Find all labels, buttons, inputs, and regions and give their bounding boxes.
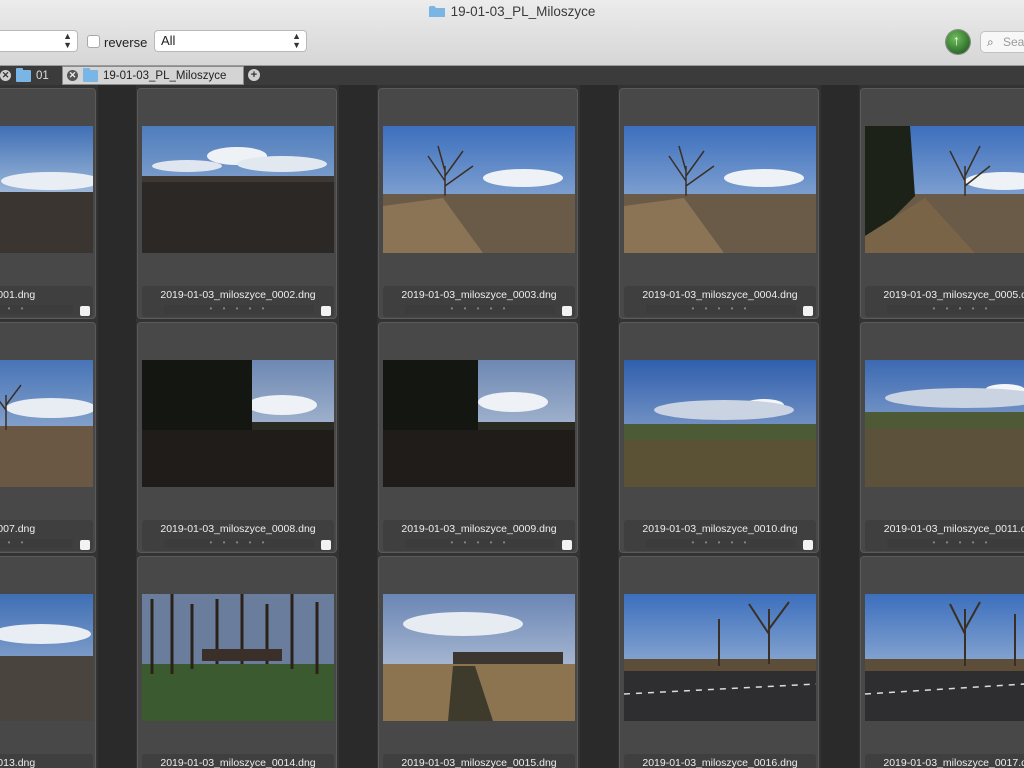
- photo-thumbnail: [142, 360, 334, 487]
- photo-thumbnail: [865, 594, 1024, 721]
- rating-strip[interactable]: • • • • •: [164, 539, 314, 548]
- select-checkbox[interactable]: [803, 306, 813, 316]
- filter-select[interactable]: All ▲ ▼: [154, 30, 307, 52]
- photo-thumbnail: [0, 594, 93, 721]
- folder-icon: [83, 67, 98, 82]
- tab-miloszyce[interactable]: ✕ 19-01-03_PL_Miloszyce: [62, 66, 244, 85]
- updown-chevron-icon: ▲ ▼: [292, 31, 301, 50]
- photo-thumbnail: [0, 126, 93, 253]
- photo-thumbnail: [624, 126, 816, 253]
- photo-thumbnail: [624, 360, 816, 487]
- rating-strip[interactable]: • • • • •: [0, 539, 73, 548]
- thumbnail-cell[interactable]: 2019-01-03_miloszyce_0008.dng • • • • •: [137, 322, 337, 553]
- photo-thumbnail: [383, 594, 575, 721]
- thumbnail-cell[interactable]: 2019-01-03_miloszyce_0004.dng • • • • •: [619, 88, 819, 319]
- thumbnail-cell[interactable]: 2019-01-03_miloszyce_0003.dng • • • • •: [378, 88, 578, 319]
- column-gutter: [580, 85, 618, 768]
- filename-label: 2019-01-03_miloszyce_0004.dng: [642, 289, 798, 301]
- photo-thumbnail: [142, 594, 334, 721]
- window-title-text: 19-01-03_PL_Miloszyce: [450, 4, 596, 19]
- photo-thumbnail: [142, 126, 334, 253]
- column-gutter: [339, 85, 377, 768]
- filename-label: 2019-01-03_miloszyce_0016.dng: [642, 757, 798, 768]
- thumbnail-cell[interactable]: szyce_0001.dng • • • • •: [0, 88, 96, 319]
- tab-bar: ✕ 01 ✕ 19-01-03_PL_Miloszyce: [0, 66, 1024, 85]
- filename-label: szyce_0007.dng: [0, 523, 36, 535]
- close-tab-icon[interactable]: ✕: [67, 70, 78, 81]
- photo-thumbnail: [865, 126, 1024, 253]
- thumbnail-cell[interactable]: 2019-01-03_miloszyce_0010.dng • • • • •: [619, 322, 819, 553]
- thumbnail-cell[interactable]: 2019-01-03_miloszyce_0011.dng • • • • •: [860, 322, 1024, 553]
- rating-strip[interactable]: • • • • •: [405, 305, 555, 314]
- thumbnail-cell[interactable]: 2019-01-03_miloszyce_0002.dng • • • • •: [137, 88, 337, 319]
- select-checkbox[interactable]: [80, 306, 90, 316]
- tab-label: 01: [36, 69, 49, 82]
- photo-thumbnail: [865, 360, 1024, 487]
- filename-label: 2019-01-03_miloszyce_0010.dng: [642, 523, 798, 535]
- globe-upload-icon[interactable]: ↑: [946, 30, 970, 54]
- filename-label: 2019-01-03_miloszyce_0011.dng: [883, 523, 1024, 535]
- sort-select[interactable]: ▲ ▼: [0, 30, 78, 52]
- search-icon: ⌕: [987, 35, 994, 49]
- reverse-label: reverse: [104, 35, 148, 50]
- reverse-checkbox[interactable]: [87, 35, 100, 48]
- thumbnail-cell[interactable]: szyce_0013.dng: [0, 556, 96, 768]
- select-checkbox[interactable]: [321, 306, 331, 316]
- thumbnail-cell[interactable]: 2019-01-03_miloszyce_0009.dng • • • • •: [378, 322, 578, 553]
- thumbnail-cell[interactable]: 2019-01-03_miloszyce_0014.dng: [137, 556, 337, 768]
- column-gutter: [821, 85, 859, 768]
- filename-label: 2019-01-03_miloszyce_0015.dng: [401, 757, 557, 768]
- select-checkbox[interactable]: [803, 540, 813, 550]
- rating-strip[interactable]: • • • • •: [887, 305, 1024, 314]
- thumbnail-cell[interactable]: 2019-01-03_miloszyce_0015.dng: [378, 556, 578, 768]
- tab-label: 19-01-03_PL_Miloszyce: [103, 69, 227, 82]
- rating-strip[interactable]: • • • • •: [646, 539, 796, 548]
- photo-thumbnail: [383, 360, 575, 487]
- updown-chevron-icon: ▲ ▼: [63, 31, 72, 50]
- rating-strip[interactable]: • • • • •: [646, 305, 796, 314]
- tab-01[interactable]: ✕ 01: [0, 66, 58, 85]
- window-toolbar: 19-01-03_PL_Miloszyce ▲ ▼ reverse All ▲ ▼ …: [0, 0, 1024, 66]
- search-placeholder: Sea: [1003, 35, 1024, 49]
- close-tab-icon[interactable]: ✕: [0, 70, 11, 81]
- thumbnail-cell[interactable]: szyce_0007.dng • • • • •: [0, 322, 96, 553]
- window-title: 19-01-03_PL_Miloszyce: [0, 4, 1024, 19]
- filename-label: szyce_0013.dng: [0, 757, 36, 768]
- filename-label: szyce_0001.dng: [0, 289, 36, 301]
- select-checkbox[interactable]: [321, 540, 331, 550]
- search-field[interactable]: ⌕ Sea: [980, 31, 1024, 53]
- column-gutter: [98, 85, 136, 768]
- filename-label: 2019-01-03_miloszyce_0008.dng: [160, 523, 316, 535]
- filename-label: 2019-01-03_miloszyce_0002.dng: [160, 289, 316, 301]
- up-arrow-icon: ↑: [953, 32, 960, 48]
- photo-thumbnail: [624, 594, 816, 721]
- rating-strip[interactable]: • • • • •: [405, 539, 555, 548]
- thumbnail-cell[interactable]: 2019-01-03_miloszyce_0017.dng: [860, 556, 1024, 768]
- rating-strip[interactable]: • • • • •: [887, 539, 1024, 548]
- select-checkbox[interactable]: [80, 540, 90, 550]
- photo-thumbnail: [383, 126, 575, 253]
- filename-label: 2019-01-03_miloszyce_0017.dng: [883, 757, 1024, 768]
- folder-icon: [428, 6, 445, 17]
- photo-thumbnail: [0, 360, 93, 487]
- thumbnail-cell[interactable]: 2019-01-03_miloszyce_0005.dng • • • • •: [860, 88, 1024, 319]
- select-checkbox[interactable]: [562, 540, 572, 550]
- filename-label: 2019-01-03_miloszyce_0005.dng: [883, 289, 1024, 301]
- thumbnail-cell[interactable]: 2019-01-03_miloszyce_0016.dng: [619, 556, 819, 768]
- filename-label: 2019-01-03_miloszyce_0003.dng: [401, 289, 557, 301]
- filename-label: 2019-01-03_miloszyce_0014.dng: [160, 757, 316, 768]
- thumbnail-grid: szyce_0001.dng • • • • • 2019-01-03_milo…: [0, 85, 1024, 768]
- add-tab-icon[interactable]: +: [248, 69, 260, 81]
- filter-select-value: All: [161, 33, 176, 48]
- folder-icon: [16, 67, 31, 82]
- filename-label: 2019-01-03_miloszyce_0009.dng: [401, 523, 557, 535]
- rating-strip[interactable]: • • • • •: [0, 305, 73, 314]
- rating-strip[interactable]: • • • • •: [164, 305, 314, 314]
- select-checkbox[interactable]: [562, 306, 572, 316]
